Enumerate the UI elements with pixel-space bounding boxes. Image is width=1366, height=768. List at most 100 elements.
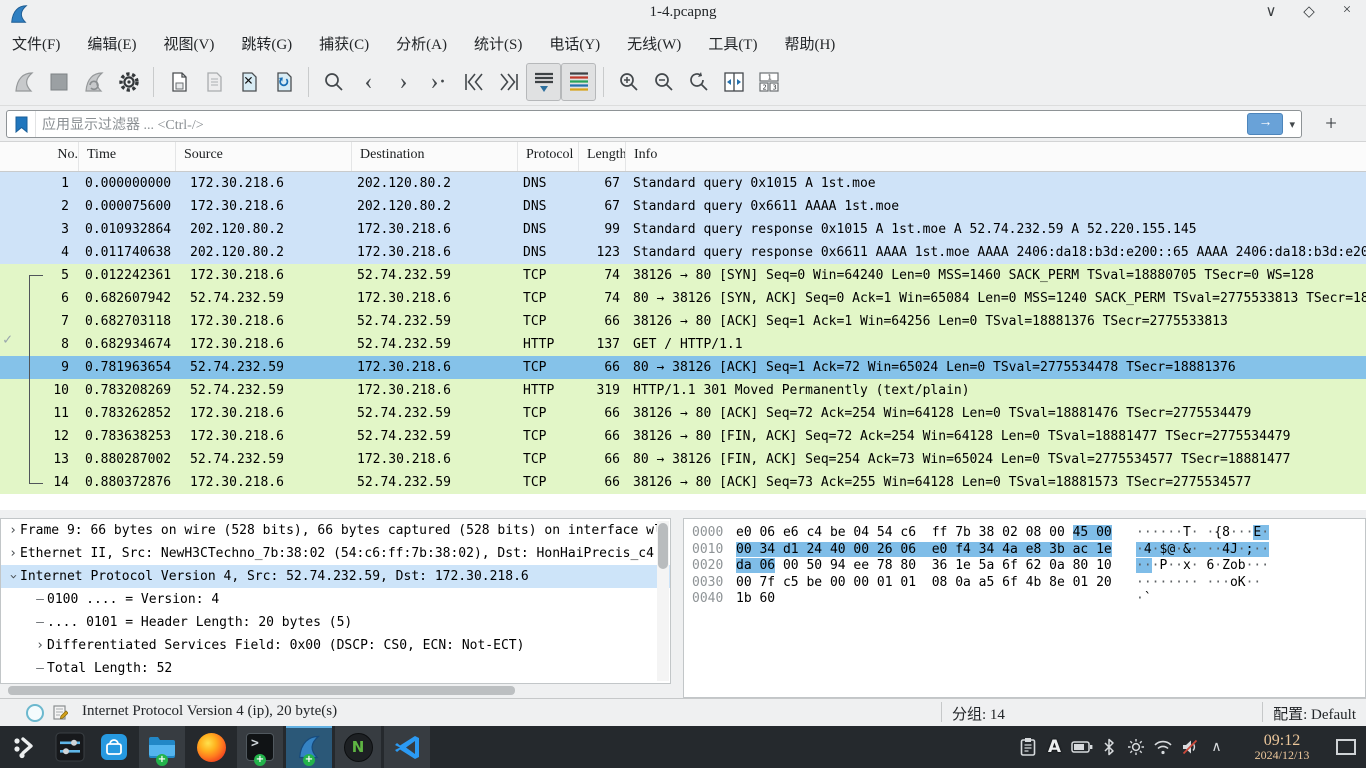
- clock-widget[interactable]: 09:12 2024/12/13: [1236, 732, 1328, 763]
- add-filter-button[interactable]: +: [1318, 110, 1344, 136]
- clipboard-icon[interactable]: [1014, 726, 1041, 768]
- hex-bytes[interactable]: e0 06 e6 c4 be 04 54 c6 ff 7b 38 02 08 0…: [736, 525, 1112, 540]
- vscode-task[interactable]: [384, 726, 430, 768]
- wireshark-task[interactable]: +: [286, 726, 332, 768]
- packet-row-2[interactable]: 20.000075600172.30.218.6202.120.80.2DNS6…: [0, 195, 1366, 218]
- pane-splitter[interactable]: [0, 510, 1366, 518]
- packet-row-11[interactable]: 110.783262852172.30.218.652.74.232.59TCP…: [0, 402, 1366, 425]
- packet-row-12[interactable]: 120.783638253172.30.218.652.74.232.59TCP…: [0, 425, 1366, 448]
- hex-bytes[interactable]: 1b 60: [736, 591, 775, 606]
- column-header-destination[interactable]: Destination: [352, 142, 518, 171]
- packet-row-6[interactable]: 60.68260794252.74.232.59172.30.218.6TCP7…: [0, 287, 1366, 310]
- resize-columns-icon[interactable]: [716, 63, 751, 101]
- menu-item-2[interactable]: 视图(V): [164, 33, 215, 54]
- column-header-info[interactable]: Info: [626, 142, 1366, 171]
- filter-dropdown-caret[interactable]: ▾: [1289, 118, 1295, 131]
- packet-row-13[interactable]: 130.88028700252.74.232.59172.30.218.6TCP…: [0, 448, 1366, 471]
- capture-comment-icon[interactable]: [52, 704, 68, 726]
- go-to-packet-icon[interactable]: ›·: [421, 63, 456, 101]
- go-back-icon[interactable]: ‹: [351, 63, 386, 101]
- expander-expanded-icon[interactable]: ›: [2, 570, 25, 584]
- filter-bookmark-icon[interactable]: [7, 111, 36, 137]
- detail-row-4[interactable]: –.... 0101 = Header Length: 20 bytes (5): [1, 611, 670, 634]
- menu-item-0[interactable]: 文件(F): [12, 33, 60, 54]
- system-settings-icon[interactable]: [48, 726, 92, 768]
- bluetooth-icon[interactable]: [1095, 726, 1122, 768]
- zoom-out-icon[interactable]: [646, 63, 681, 101]
- menu-item-4[interactable]: 捕获(C): [319, 33, 369, 54]
- menu-item-8[interactable]: 无线(W): [627, 33, 681, 54]
- packet-row-1[interactable]: 10.000000000172.30.218.6202.120.80.2DNS6…: [0, 172, 1366, 195]
- stop-capture-icon[interactable]: [41, 63, 76, 101]
- wifi-icon[interactable]: [1149, 726, 1176, 768]
- packet-row-5[interactable]: 50.012242361172.30.218.652.74.232.59TCP7…: [0, 264, 1366, 287]
- expander-collapsed-icon[interactable]: ›: [33, 634, 47, 657]
- packet-list[interactable]: ✓ 10.000000000172.30.218.6202.120.80.2DN…: [0, 172, 1366, 510]
- capture-options-icon[interactable]: [111, 63, 146, 101]
- packet-row-3[interactable]: 30.010932864202.120.80.2172.30.218.6DNS9…: [0, 218, 1366, 241]
- hex-ascii[interactable]: ···P··x· 6·Zob···: [1136, 558, 1269, 573]
- hex-bytes[interactable]: 00 7f c5 be 00 00 01 01 08 0a a5 6f 4b 8…: [736, 575, 1112, 590]
- detail-vertical-scrollbar[interactable]: [657, 521, 669, 681]
- find-packet-icon[interactable]: [316, 63, 351, 101]
- menu-item-3[interactable]: 跳转(G): [241, 33, 292, 54]
- column-header-no[interactable]: No.: [0, 142, 79, 171]
- expander-collapsed-icon[interactable]: ›: [6, 542, 20, 565]
- layout-icon[interactable]: 123: [751, 63, 786, 101]
- minimize-button[interactable]: ∨: [1262, 2, 1280, 21]
- terminal-task[interactable]: > +: [237, 726, 283, 768]
- firefox-icon[interactable]: [188, 726, 234, 768]
- brightness-icon[interactable]: [1122, 726, 1149, 768]
- packet-row-9[interactable]: 90.78196365452.74.232.59172.30.218.6TCP6…: [0, 356, 1366, 379]
- volume-muted-icon[interactable]: [1176, 726, 1203, 768]
- hex-row-0000[interactable]: 0000e0 06 e6 c4 be 04 54 c6 ff 7b 38 02 …: [684, 525, 1365, 542]
- colorize-icon[interactable]: [561, 63, 596, 101]
- detail-row-2[interactable]: ›Internet Protocol Version 4, Src: 52.74…: [1, 565, 670, 588]
- restart-capture-icon[interactable]: [76, 63, 111, 101]
- start-capture-icon[interactable]: [6, 63, 41, 101]
- detail-row-6[interactable]: –Total Length: 52: [1, 657, 670, 680]
- column-header-length[interactable]: Length: [579, 142, 626, 171]
- hex-row-0010[interactable]: 001000 34 d1 24 40 00 26 06 e0 f4 34 4a …: [684, 542, 1365, 559]
- profile-label[interactable]: 配置: Default: [1273, 703, 1356, 724]
- packet-row-4[interactable]: 40.011740638202.120.80.2172.30.218.6DNS1…: [0, 241, 1366, 264]
- menu-item-7[interactable]: 电话(Y): [549, 33, 600, 54]
- expert-info-icon[interactable]: [26, 704, 44, 722]
- close-file-icon[interactable]: ×: [231, 63, 266, 101]
- packet-row-8[interactable]: 80.682934674172.30.218.652.74.232.59HTTP…: [0, 333, 1366, 356]
- open-file-icon[interactable]: [161, 63, 196, 101]
- hex-ascii[interactable]: ······T· ·{8···E·: [1136, 525, 1269, 540]
- zoom-in-icon[interactable]: [611, 63, 646, 101]
- discover-icon[interactable]: [92, 726, 136, 768]
- hex-row-0030[interactable]: 003000 7f c5 be 00 00 01 01 08 0a a5 6f …: [684, 575, 1365, 592]
- zoom-reset-icon[interactable]: [681, 63, 716, 101]
- menu-item-5[interactable]: 分析(A): [396, 33, 447, 54]
- hex-bytes[interactable]: da 06 00 50 94 ee 78 80 36 1e 5a 6f 62 0…: [736, 558, 1112, 573]
- expander-collapsed-icon[interactable]: ›: [6, 519, 20, 542]
- menu-item-6[interactable]: 统计(S): [474, 33, 522, 54]
- display-filter-input[interactable]: 应用显示过滤器 ... <Ctrl-/> → ▾: [6, 110, 1302, 138]
- column-header-source[interactable]: Source: [176, 142, 352, 171]
- battery-icon[interactable]: [1068, 726, 1095, 768]
- apply-filter-button[interactable]: →: [1247, 113, 1283, 135]
- packet-bytes-pane[interactable]: 0000e0 06 e6 c4 be 04 54 c6 ff 7b 38 02 …: [683, 518, 1366, 698]
- packet-row-14[interactable]: 140.880372876172.30.218.652.74.232.59TCP…: [0, 471, 1366, 494]
- hex-ascii[interactable]: ········ ···oK··: [1136, 575, 1269, 590]
- hex-ascii[interactable]: ·4·$@·&· ··4J·;··: [1136, 542, 1269, 557]
- detail-row-3[interactable]: –0100 .... = Version: 4: [1, 588, 670, 611]
- tray-expand-icon[interactable]: ∧: [1203, 726, 1230, 768]
- menu-item-10[interactable]: 帮助(H): [784, 33, 835, 54]
- packet-row-7[interactable]: 70.682703118172.30.218.652.74.232.59TCP6…: [0, 310, 1366, 333]
- detail-row-5[interactable]: ›Differentiated Services Field: 0x00 (DS…: [1, 634, 670, 657]
- save-file-icon[interactable]: [196, 63, 231, 101]
- menu-item-1[interactable]: 编辑(E): [87, 33, 136, 54]
- file-manager-task[interactable]: +: [139, 726, 185, 768]
- hex-row-0020[interactable]: 0020da 06 00 50 94 ee 78 80 36 1e 5a 6f …: [684, 558, 1365, 575]
- hex-bytes[interactable]: 00 34 d1 24 40 00 26 06 e0 f4 34 4a e8 3…: [736, 542, 1112, 557]
- column-header-time[interactable]: Time: [79, 142, 176, 171]
- hex-row-0040[interactable]: 00401b 60·`: [684, 591, 1365, 608]
- maximize-button[interactable]: ◇: [1300, 2, 1318, 21]
- go-first-packet-icon[interactable]: [456, 63, 491, 101]
- packet-row-10[interactable]: 100.78320826952.74.232.59172.30.218.6HTT…: [0, 379, 1366, 402]
- go-last-packet-icon[interactable]: [491, 63, 526, 101]
